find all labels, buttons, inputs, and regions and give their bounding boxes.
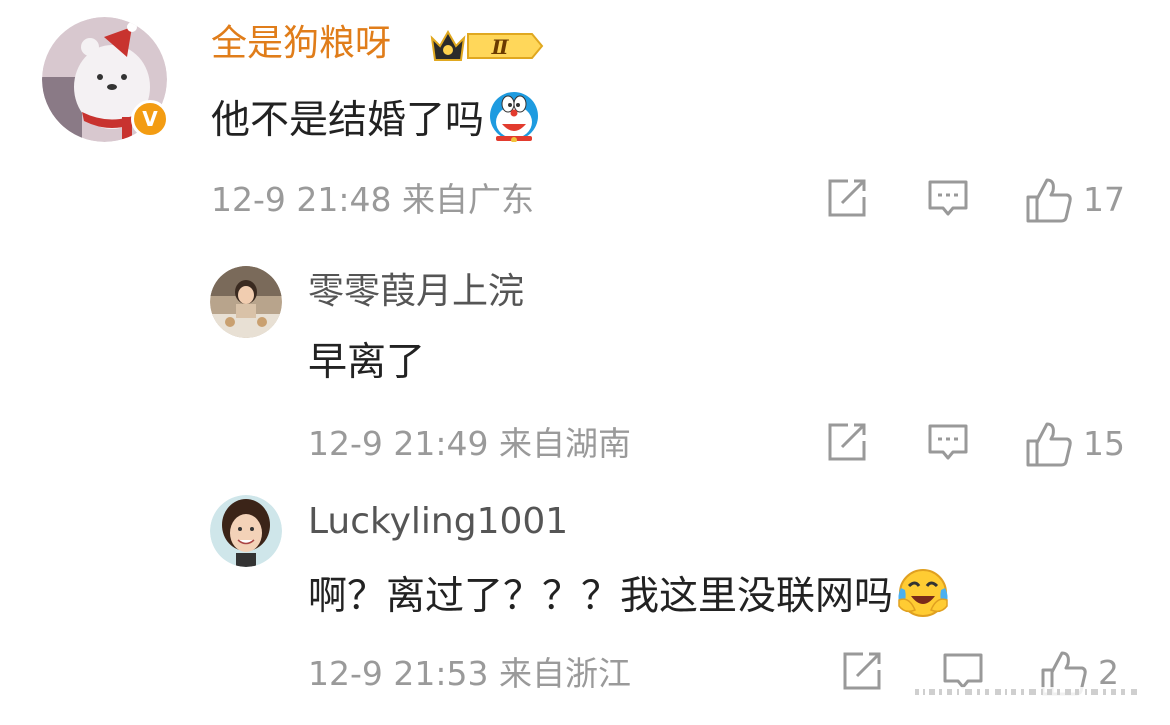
like-count: 17 [1083,180,1125,219]
like-button[interactable]: 15 [1025,421,1125,467]
comment-text: 啊？离过了？？？我这里没联网吗 [308,566,951,631]
laugh-cry-emoji [895,566,951,631]
comment-actions: 15 [0,421,1170,471]
doraemon-emoji [486,90,542,155]
share-icon [828,179,866,217]
avatar[interactable] [210,495,282,567]
member-level-badge: Ⅱ [430,26,546,66]
reply-button[interactable] [927,421,969,463]
doraemon-icon [490,92,539,143]
badge-level: Ⅱ [491,35,510,59]
comment-actions: 17 [0,177,1170,227]
username[interactable]: 零零葭月上浣 [308,270,524,314]
comment-icon [928,180,968,216]
share-button[interactable] [826,421,868,463]
comment-text-body: 他不是结婚了吗 [211,98,485,143]
reply-button[interactable] [927,177,969,219]
avatar[interactable]: V [42,17,169,142]
comment-text: 早离了 [308,340,426,385]
username[interactable]: 全是狗粮呀 [211,22,391,66]
like-icon [1026,178,1072,223]
watermark-overlay [905,683,1150,701]
like-icon [1026,422,1072,467]
laugh-cry-icon [898,569,948,617]
verified-badge: V [131,100,169,138]
watermark-barcode-image [905,687,1150,697]
like-count: 15 [1083,424,1125,463]
avatar-smiling-girl-image [210,495,282,567]
share-button[interactable] [826,177,868,219]
like-button[interactable]: 17 [1025,177,1125,223]
share-button[interactable] [841,650,883,692]
comment-icon [928,424,968,460]
comment-text: 他不是结婚了吗 [211,90,542,155]
share-icon [828,423,866,461]
share-icon [843,652,881,690]
crown-icon: Ⅱ [430,29,544,61]
avatar-girl-image [210,266,282,338]
avatar[interactable] [210,266,282,338]
comment-text-body: 啊？离过了？？？我这里没联网吗 [308,574,894,619]
username[interactable]: Luckyling1001 [308,500,568,544]
